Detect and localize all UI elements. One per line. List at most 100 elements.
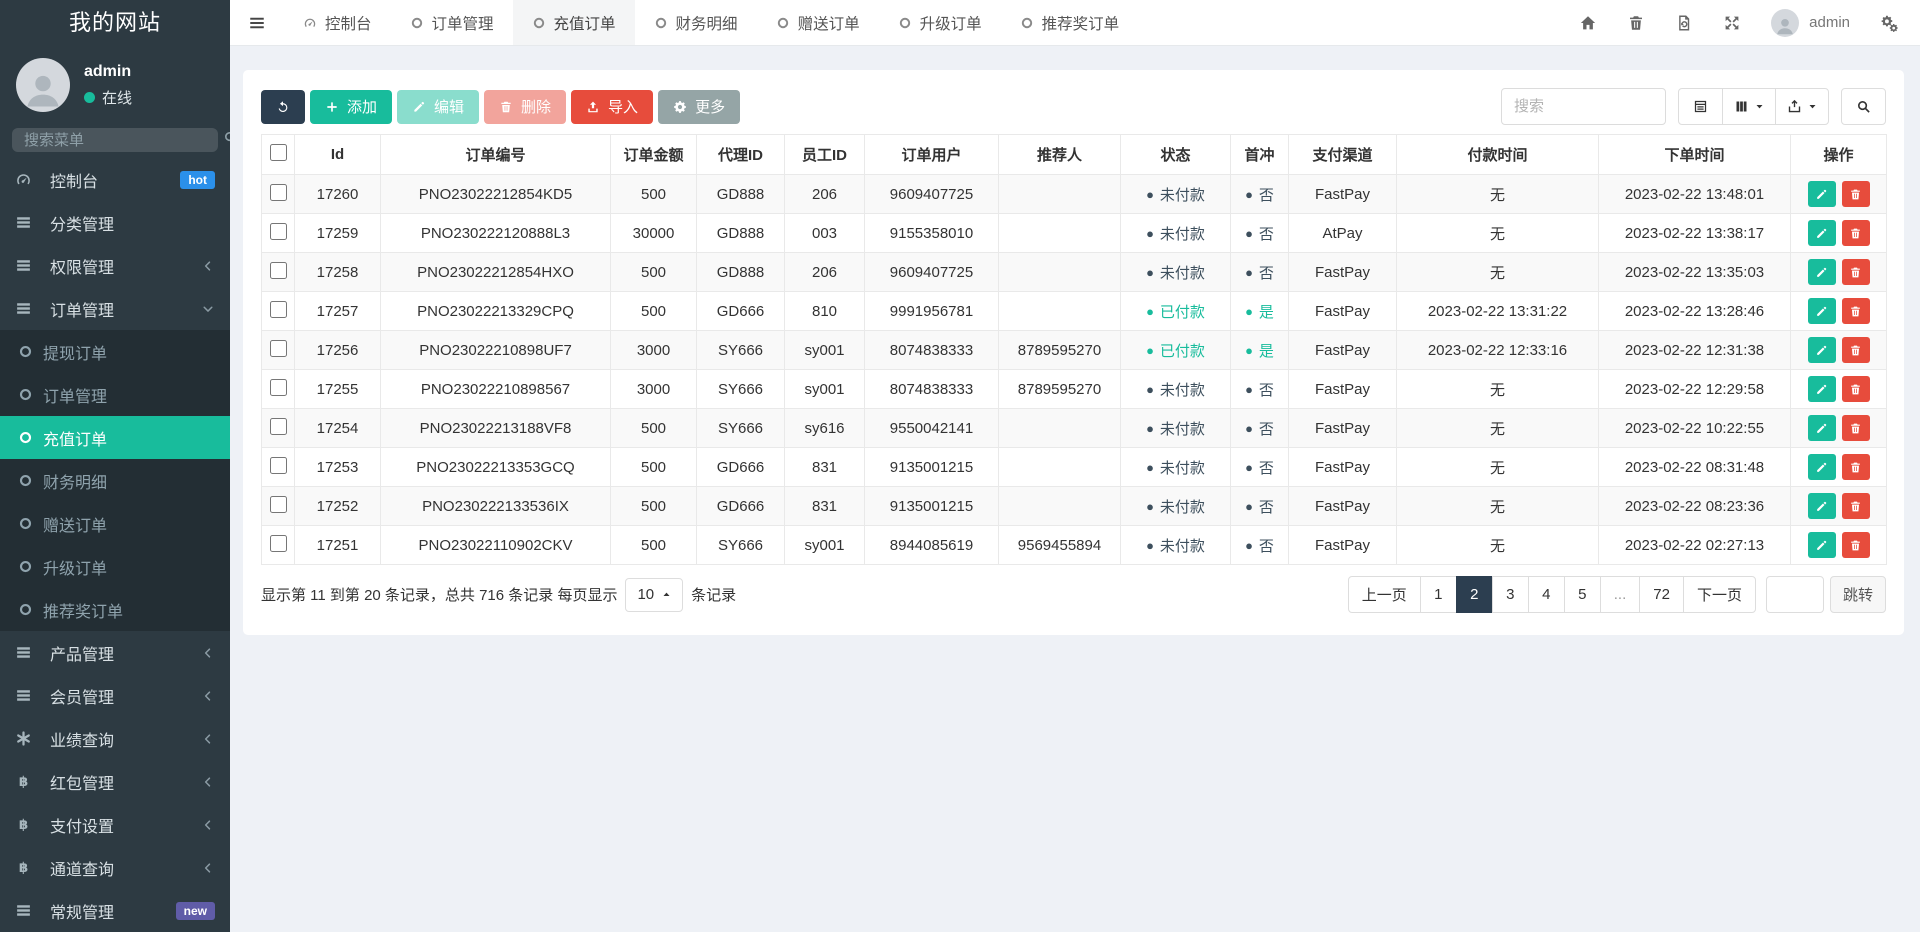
page-button-1[interactable]: 1 (1420, 576, 1457, 613)
sidebar-search-input[interactable] (24, 132, 223, 149)
more-button[interactable]: 更多 (658, 90, 740, 124)
row-delete-button[interactable] (1842, 493, 1870, 519)
cell-actions (1791, 331, 1887, 370)
row-edit-button[interactable] (1808, 493, 1836, 519)
row-edit-button[interactable] (1808, 415, 1836, 441)
row-delete-button[interactable] (1842, 454, 1870, 480)
row-checkbox[interactable] (270, 184, 287, 201)
sidebar-item-product[interactable]: 产品管理 (0, 631, 230, 674)
cell-first-charge: ●否 (1231, 370, 1289, 409)
sidebar-subitem-upgrade-orders[interactable]: 升级订单 (0, 545, 230, 588)
status-badge: ●未付款 (1146, 262, 1205, 283)
sidebar-subitem-withdraw-orders[interactable]: 提现订单 (0, 330, 230, 373)
page-button-3[interactable]: 3 (1492, 576, 1529, 613)
sidebar-subitem-recharge-orders[interactable]: 充值订单 (0, 416, 230, 459)
row-checkbox[interactable] (270, 418, 287, 435)
sidebar-item-performance[interactable]: 业绩查询 (0, 717, 230, 760)
row-delete-button[interactable] (1842, 415, 1870, 441)
row-edit-button[interactable] (1808, 259, 1836, 285)
row-checkbox[interactable] (270, 301, 287, 318)
next-page-button[interactable]: 下一页 (1683, 576, 1756, 613)
row-delete-button[interactable] (1842, 220, 1870, 246)
jump-page-input[interactable] (1766, 576, 1824, 613)
table-search-input[interactable] (1501, 88, 1666, 125)
row-edit-button[interactable] (1808, 376, 1836, 402)
page-size-dropdown[interactable]: 10 (625, 578, 683, 612)
columns-button[interactable] (1722, 88, 1776, 125)
tab-recharge-orders[interactable]: 充值订单 (513, 0, 635, 45)
row-checkbox[interactable] (270, 340, 287, 357)
refresh-button[interactable] (261, 90, 305, 124)
tab-dashboard[interactable]: 控制台 (284, 0, 391, 45)
sidebar-item-category[interactable]: 分类管理 (0, 201, 230, 244)
sidebar-item-dashboard[interactable]: 控制台hot (0, 158, 230, 201)
tab-order-manage[interactable]: 订单管理 (391, 0, 513, 45)
pencil-icon (1815, 500, 1828, 513)
edit-button[interactable]: 编辑 (397, 90, 479, 124)
search-icon[interactable] (223, 130, 230, 150)
row-checkbox[interactable] (270, 535, 287, 552)
toggle-view-button[interactable] (1678, 88, 1723, 125)
export-button[interactable] (1775, 88, 1829, 125)
row-checkbox[interactable] (270, 223, 287, 240)
row-delete-button[interactable] (1842, 337, 1870, 363)
search-icon (1856, 99, 1871, 114)
cell-id: 17259 (295, 214, 381, 253)
sidebar-toggle-button[interactable] (230, 14, 284, 32)
add-button[interactable]: 添加 (310, 90, 392, 124)
first-charge-badge: ●是 (1245, 340, 1274, 361)
status-dot: ● (1245, 382, 1253, 397)
sidebar-item-channel-query[interactable]: ฿通道查询 (0, 846, 230, 889)
row-delete-button[interactable] (1842, 532, 1870, 558)
page-button-2[interactable]: 2 (1456, 576, 1493, 613)
tab-referral-orders[interactable]: 推荐奖订单 (1001, 0, 1139, 45)
row-edit-button[interactable] (1808, 454, 1836, 480)
search-button[interactable] (1841, 88, 1886, 125)
tab-gift-orders[interactable]: 赠送订单 (757, 0, 879, 45)
row-delete-button[interactable] (1842, 376, 1870, 402)
home-button[interactable] (1579, 14, 1597, 32)
sidebar-item-member[interactable]: 会员管理 (0, 674, 230, 717)
sidebar-item-general[interactable]: 常规管理new (0, 889, 230, 932)
row-edit-button[interactable] (1808, 181, 1836, 207)
row-delete-button[interactable] (1842, 298, 1870, 324)
column-header: 付款时间 (1397, 135, 1599, 175)
row-edit-button[interactable] (1808, 298, 1836, 324)
row-delete-button[interactable] (1842, 181, 1870, 207)
import-button[interactable]: 导入 (571, 90, 653, 124)
row-checkbox[interactable] (270, 457, 287, 474)
page-button-72[interactable]: 72 (1639, 576, 1684, 613)
clear-cache-button[interactable] (1675, 14, 1693, 32)
cell-staff_id: sy001 (785, 331, 865, 370)
row-checkbox[interactable] (270, 496, 287, 513)
sidebar-item-payment-settings[interactable]: ฿支付设置 (0, 803, 230, 846)
row-edit-button[interactable] (1808, 220, 1836, 246)
row-delete-button[interactable] (1842, 259, 1870, 285)
sidebar-item-orders[interactable]: 订单管理 (0, 287, 230, 330)
sidebar-subitem-referral-orders[interactable]: 推荐奖订单 (0, 588, 230, 631)
delete-button[interactable]: 删除 (484, 90, 566, 124)
fullscreen-button[interactable] (1723, 14, 1741, 32)
page-button-4[interactable]: 4 (1528, 576, 1565, 613)
sidebar-item-redpacket[interactable]: ฿红包管理 (0, 760, 230, 803)
settings-button[interactable] (1880, 14, 1898, 32)
row-edit-button[interactable] (1808, 532, 1836, 558)
select-all-checkbox[interactable] (270, 144, 287, 161)
jump-button[interactable]: 跳转 (1830, 576, 1886, 613)
trash-icon (499, 100, 513, 114)
sidebar-subitem-gift-orders[interactable]: 赠送订单 (0, 502, 230, 545)
prev-page-button[interactable]: 上一页 (1348, 576, 1421, 613)
row-checkbox[interactable] (270, 379, 287, 396)
sidebar-subitem-order-manage[interactable]: 订单管理 (0, 373, 230, 416)
row-edit-button[interactable] (1808, 337, 1836, 363)
sidebar-item-permission[interactable]: 权限管理 (0, 244, 230, 287)
tab-upgrade-orders[interactable]: 升级订单 (879, 0, 1001, 45)
sidebar-subitem-finance-detail[interactable]: 财务明细 (0, 459, 230, 502)
cell-order_no: PNO23022213329CPQ (381, 292, 611, 331)
pagination-summary: 显示第 11 到第 20 条记录，总共 716 条记录 每页显示 10 条记录 (261, 578, 736, 612)
page-button-5[interactable]: 5 (1564, 576, 1601, 613)
user-menu[interactable]: admin (1771, 9, 1850, 37)
tab-finance-detail[interactable]: 财务明细 (635, 0, 757, 45)
row-checkbox[interactable] (270, 262, 287, 279)
clear-trash-button[interactable] (1627, 14, 1645, 32)
